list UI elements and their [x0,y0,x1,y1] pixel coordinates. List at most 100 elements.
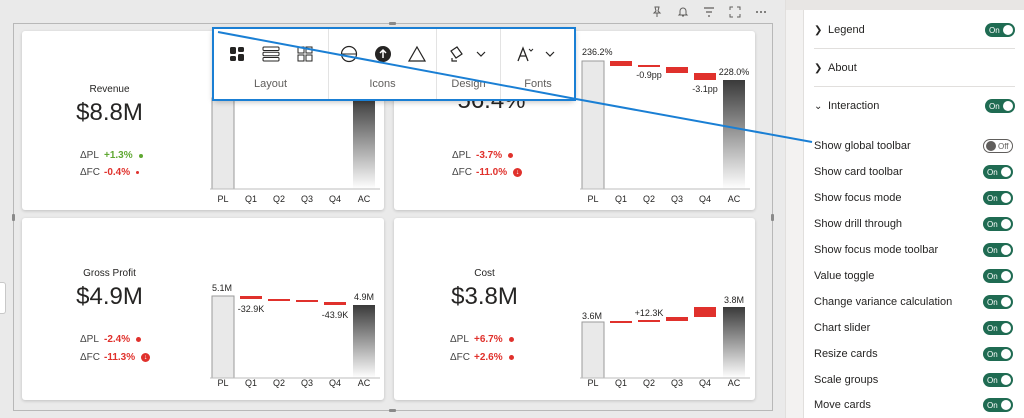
section-about[interactable]: ❯ About [814,53,1015,83]
chart-slider-toggle[interactable]: On [983,321,1013,335]
chevron-right-icon: ❯ [814,62,823,74]
variance-label: ΔFC [450,352,471,363]
toggle-knob [1001,271,1011,281]
resize-handle-right[interactable] [771,214,774,221]
chart-bar-pl [211,97,235,190]
section-interaction[interactable]: ⌄ Interaction On [814,91,1015,121]
section-legend[interactable]: ❯ Legend On [814,15,1015,45]
resize-handle-top[interactable] [389,22,396,25]
toggle-label: On [987,375,998,385]
variance-value: -11.3% [104,352,136,363]
setting-change-variance-calculation: Change variance calculation On [814,292,1013,312]
setting-show-card-toolbar: Show card toolbar On [814,162,1013,182]
change-variance-calculation-toggle[interactable]: On [983,295,1013,309]
setting-label: Show drill through [814,218,903,230]
chart-bar-q4 [324,302,346,305]
variance-row-fc: ΔFC +2.6% [450,352,514,363]
setting-show-focus-mode-toolbar: Show focus mode toolbar On [814,240,1013,260]
chart-bar-q3 [296,300,318,302]
chart-bar-ac [353,305,375,378]
show-global-toolbar-toggle[interactable]: Off [983,139,1013,153]
toggle-knob [1001,219,1011,229]
setting-label: Value toggle [814,270,875,282]
bell-icon[interactable] [674,4,692,20]
toggle-knob [1001,375,1011,385]
data-label-pl: 236.2% [582,47,613,57]
toggle-label: On [987,271,998,281]
tick-label: Q1 [615,378,627,388]
tick-label: Q4 [329,378,341,388]
tick-label: PL [217,194,228,204]
show-focus-mode-toolbar-toggle[interactable]: On [983,243,1013,257]
tick-label: AC [728,378,741,388]
show-drill-through-toggle[interactable]: On [983,217,1013,231]
negative-indicator-icon [136,171,140,174]
scale-groups-toggle[interactable]: On [983,373,1013,387]
kpi-card-cost[interactable]: Cost $3.8M ΔPL +6.7% ΔFC +2.6% 3.6M +12.… [394,218,755,400]
variance-value: +6.7% [474,334,503,345]
visual-header-icons [648,4,770,20]
kpi-value: $3.8M [451,283,518,310]
resize-cards-toggle[interactable]: On [983,347,1013,361]
waterfall-chart[interactable]: 3.6M +12.3K 3.8M PL Q1 Q2 Q3 Q4 AC [580,218,750,400]
down-arrow-icon: ↓ [141,353,151,362]
toggle-knob [1001,400,1011,410]
variance-row-pl: ΔPL -3.7% [452,150,514,161]
focus-mode-icon[interactable] [726,4,744,20]
setting-label: Show focus mode toolbar [814,244,939,256]
divider [814,86,1015,87]
chart-bar-ac [723,307,745,378]
tick-label: PL [587,378,598,388]
toggle-knob [1001,193,1011,203]
move-cards-toggle[interactable]: On [983,398,1013,412]
tick-label: AC [728,194,741,204]
toggle-label: Off [998,141,1009,151]
chart-bar-pl [211,295,235,379]
data-label-q4: -43.9K [322,310,349,320]
value-toggle-toggle[interactable]: On [983,269,1013,283]
data-label-q2: -0.9pp [636,70,662,80]
resize-handle-bottom[interactable] [389,409,396,412]
toolbar-highlight [212,27,576,101]
waterfall-chart[interactable]: 236.2% -0.9pp -3.1pp 228.0% PL Q1 Q2 Q3 … [580,31,750,210]
variance-label: ΔPL [80,150,99,161]
interaction-toggle[interactable]: On [985,99,1015,113]
chart-bar-pl [581,60,605,190]
variance-label: ΔFC [80,352,101,363]
toggle-knob [1001,297,1011,307]
collapse-tab[interactable] [0,282,6,314]
toggle-knob [1001,323,1011,333]
data-label-q4: -3.1pp [692,84,718,94]
tick-label: Q1 [245,378,257,388]
chart-bar-q3 [666,67,688,73]
chart-bar-pl [581,321,605,379]
kpi-card-gross-profit[interactable]: Gross Profit $4.9M ΔPL -2.4% ΔFC -11.3% … [22,218,384,400]
toggle-label: On [987,349,998,359]
tick-label: Q2 [273,378,285,388]
more-options-icon[interactable] [752,4,770,20]
waterfall-chart[interactable]: 5.1M -32.9K -43.9K 4.9M PL Q1 Q2 Q3 Q4 A… [210,218,380,400]
toggle-label: On [987,193,998,203]
toggle-knob [1003,25,1013,35]
toggle-label: On [987,400,998,410]
tick-label: Q2 [273,194,285,204]
resize-handle-left[interactable] [12,214,15,221]
variance-row-pl: ΔPL +6.7% [450,334,514,345]
filter-icon[interactable] [700,4,718,20]
pin-icon[interactable] [648,4,666,20]
show-focus-mode-toggle[interactable]: On [983,191,1013,205]
tick-label: Q3 [671,194,683,204]
tick-label: PL [587,194,598,204]
legend-toggle[interactable]: On [985,23,1015,37]
tick-label: AC [358,378,371,388]
show-card-toolbar-toggle[interactable]: On [983,165,1013,179]
toggle-label: On [989,101,1000,111]
chart-bar-q1 [240,296,262,299]
data-label-q1: -32.9K [238,304,265,314]
toggle-knob [1003,101,1013,111]
setting-label: Move cards [814,399,871,411]
positive-indicator-icon [138,153,143,158]
variance-value: -2.4% [104,334,131,345]
kpi-title: Gross Profit [83,268,136,279]
chart-bar-q2 [268,299,290,301]
